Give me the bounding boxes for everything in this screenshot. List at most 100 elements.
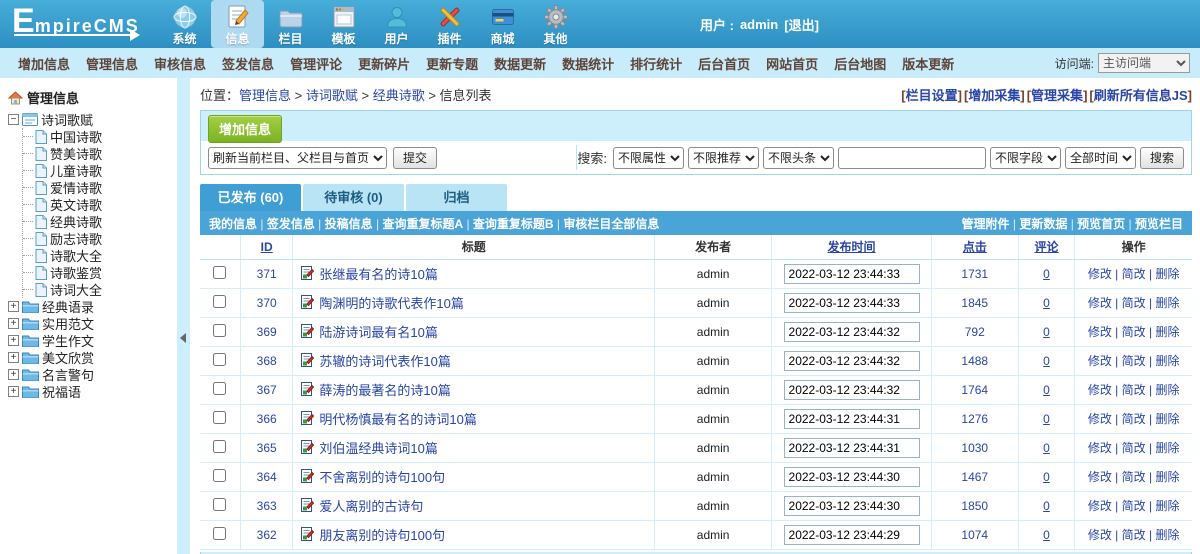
row-checkbox[interactable] [213, 411, 226, 424]
module-tab[interactable]: 其他 [529, 0, 582, 48]
row-time-input[interactable] [784, 322, 920, 342]
quick-edit-link[interactable]: 简改 [1112, 412, 1146, 426]
row-comments-link[interactable]: 0 [1043, 528, 1050, 542]
delete-link[interactable]: 删除 [1146, 528, 1180, 542]
module-tab[interactable]: 系统 [158, 0, 211, 48]
nav-item[interactable]: 管理信息 [86, 54, 138, 73]
delete-link[interactable]: 删除 [1146, 325, 1180, 339]
edit-link[interactable]: 修改 [1088, 470, 1112, 484]
row-title-link[interactable]: 苏辙的诗词代表作10篇 [319, 354, 450, 369]
edit-link[interactable]: 修改 [1088, 325, 1112, 339]
tree-node-label[interactable]: 祝福语 [42, 382, 81, 401]
quick-edit-link[interactable]: 简改 [1112, 499, 1146, 513]
row-title-link[interactable]: 朋友离别的诗句100句 [319, 528, 445, 543]
status-tab[interactable]: 已发布 (60) [200, 184, 301, 211]
action-bar-link[interactable]: 审核栏目全部信息 [554, 217, 660, 231]
action-bar-link[interactable]: 预览栏目 [1125, 217, 1183, 231]
row-time-input[interactable] [784, 467, 920, 487]
row-id-link[interactable]: 369 [257, 325, 277, 339]
tree-leaf-category[interactable]: 儿童诗歌 [23, 162, 175, 179]
tree-leaf-category[interactable]: 诗词大全 [23, 281, 175, 298]
row-checkbox[interactable] [213, 527, 226, 540]
tree-collapsed-category[interactable]: 实用范文 [8, 315, 175, 332]
logout-link[interactable]: [退出] [784, 15, 819, 34]
row-checkbox[interactable] [213, 324, 226, 337]
quick-edit-link[interactable]: 简改 [1112, 267, 1146, 281]
row-checkbox[interactable] [213, 498, 226, 511]
row-id-link[interactable]: 368 [257, 354, 277, 368]
row-title-link[interactable]: 不舍离别的诗句100句 [319, 470, 445, 485]
row-comments-link[interactable]: 0 [1043, 499, 1050, 513]
filter-recommend-select[interactable]: 不限推荐 [688, 147, 759, 169]
quick-edit-link[interactable]: 简改 [1112, 528, 1146, 542]
action-bar-link[interactable]: 签发信息 [257, 217, 315, 231]
module-tab[interactable]: 用户 [370, 0, 423, 48]
row-comments-link[interactable]: 0 [1043, 325, 1050, 339]
action-bar-link[interactable]: 我的信息 [209, 217, 257, 231]
row-id-link[interactable]: 364 [257, 470, 277, 484]
nav-item[interactable]: 数据更新 [494, 54, 546, 73]
row-title-link[interactable]: 陆游诗词最有名10篇 [319, 325, 437, 340]
tree-leaf-category[interactable]: 爱情诗歌 [23, 179, 175, 196]
sidebar-splitter[interactable] [177, 78, 190, 554]
row-comments-link[interactable]: 0 [1043, 296, 1050, 310]
nav-item[interactable]: 管理评论 [290, 54, 342, 73]
row-checkbox[interactable] [213, 382, 226, 395]
header-clicks[interactable]: 点击 [931, 235, 1018, 259]
nav-item[interactable]: 增加信息 [18, 54, 70, 73]
nav-item[interactable]: 版本更新 [902, 54, 954, 73]
nav-item[interactable]: 审核信息 [154, 54, 206, 73]
nav-item[interactable]: 后台地图 [834, 54, 886, 73]
filter-field-select[interactable]: 不限字段 [990, 147, 1061, 169]
row-id-link[interactable]: 370 [257, 296, 277, 310]
edit-link[interactable]: 修改 [1088, 383, 1112, 397]
row-title-link[interactable]: 明代杨慎最有名的诗词10篇 [319, 412, 476, 427]
tree-leaf-category[interactable]: 中国诗歌 [23, 128, 175, 145]
row-comments-link[interactable]: 0 [1043, 441, 1050, 455]
tree-collapsed-category[interactable]: 祝福语 [8, 383, 175, 400]
row-id-link[interactable]: 362 [257, 528, 277, 542]
row-time-input[interactable] [784, 525, 920, 545]
row-checkbox[interactable] [213, 440, 226, 453]
status-tab[interactable]: 归档 [406, 184, 507, 211]
nav-item[interactable]: 数据统计 [562, 54, 614, 73]
edit-link[interactable]: 修改 [1088, 354, 1112, 368]
tree-root-poetry[interactable]: 诗词歌赋 [8, 111, 175, 128]
row-checkbox[interactable] [213, 353, 226, 366]
action-bar-link[interactable]: 查询重复标题A [373, 217, 463, 231]
search-button[interactable]: 搜索 [1140, 147, 1184, 169]
quick-link[interactable]: 栏目设置 [901, 88, 962, 103]
quick-edit-link[interactable]: 简改 [1112, 354, 1146, 368]
module-tab[interactable]: 模板 [317, 0, 370, 48]
module-tab[interactable]: 商城 [476, 0, 529, 48]
row-title-link[interactable]: 陶渊明的诗歌代表作10篇 [319, 296, 463, 311]
expand-toggle-icon[interactable] [8, 318, 19, 329]
nav-item[interactable]: 网站首页 [766, 54, 818, 73]
row-time-input[interactable] [784, 351, 920, 371]
row-comments-link[interactable]: 0 [1043, 354, 1050, 368]
nav-item[interactable]: 排行统计 [630, 54, 682, 73]
quick-edit-link[interactable]: 简改 [1112, 296, 1146, 310]
action-bar-link[interactable]: 查询重复标题B [463, 217, 553, 231]
nav-item[interactable]: 更新专题 [426, 54, 478, 73]
tree-leaf-category[interactable]: 励志诗歌 [23, 230, 175, 247]
expand-toggle-icon[interactable] [8, 386, 19, 397]
tree-leaf-category[interactable]: 诗歌大全 [23, 247, 175, 264]
row-comments-link[interactable]: 0 [1043, 470, 1050, 484]
row-title-link[interactable]: 爱人离别的古诗句 [319, 499, 423, 514]
quick-edit-link[interactable]: 简改 [1112, 325, 1146, 339]
refresh-scope-select[interactable]: 刷新当前栏目、父栏目与首页 [208, 147, 387, 169]
row-checkbox[interactable] [213, 266, 226, 279]
edit-link[interactable]: 修改 [1088, 412, 1112, 426]
delete-link[interactable]: 删除 [1146, 441, 1180, 455]
delete-link[interactable]: 删除 [1146, 499, 1180, 513]
nav-item[interactable]: 后台首页 [698, 54, 750, 73]
row-id-link[interactable]: 365 [257, 441, 277, 455]
delete-link[interactable]: 删除 [1146, 296, 1180, 310]
module-tab[interactable]: 信息 [211, 0, 264, 48]
edit-link[interactable]: 修改 [1088, 528, 1112, 542]
tree-collapsed-category[interactable]: 经典语录 [8, 298, 175, 315]
quick-edit-link[interactable]: 简改 [1112, 441, 1146, 455]
expand-toggle-icon[interactable] [8, 352, 19, 363]
action-bar-link[interactable]: 预览首页 [1067, 217, 1125, 231]
